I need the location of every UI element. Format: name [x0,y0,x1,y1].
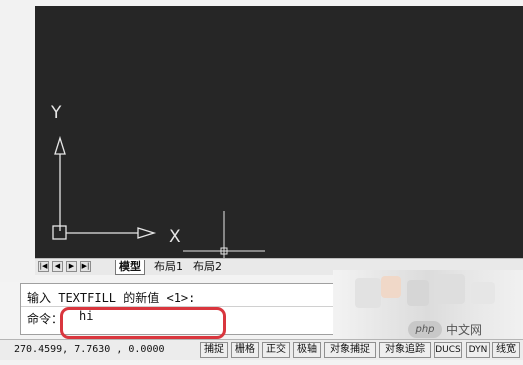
drawing-canvas[interactable]: Y X [35,6,523,258]
tab-model[interactable]: 模型 [115,260,145,275]
next-tab-icon[interactable]: ▶ [66,261,77,272]
first-tab-icon[interactable]: |◀ [38,261,49,272]
blur-block [471,282,495,304]
x-axis-label: X [169,227,181,247]
command-prompt: 命令： [27,312,64,326]
snap-button[interactable]: 捕捉 [200,342,228,358]
coordinate-readout: 270.4599, 7.7630 , 0.0000 [14,344,165,355]
prev-tab-icon[interactable]: ◀ [52,261,63,272]
tab-layout2[interactable]: 布局2 [190,260,225,274]
osnap-button[interactable]: 对象捕捉 [324,342,376,358]
canvas-svg: Y X [50,103,265,258]
lineweight-button[interactable]: 线宽 [492,342,520,358]
blur-block [355,278,381,308]
polar-button[interactable]: 极轴 [293,342,321,358]
tab-layout1[interactable]: 布局1 [151,260,186,274]
input-highlight-annotation [60,307,226,339]
ortho-button[interactable]: 正交 [262,342,290,358]
blur-block [407,280,429,306]
watermark-text: 中文网 [446,323,483,337]
left-gutter [0,0,35,282]
status-bar: 270.4599, 7.7630 , 0.0000 捕捉 栅格 正交 极轴 对象… [0,339,523,360]
command-history-line: 输入 TEXTFILL 的新值 <1>: [27,291,196,305]
cad-window: Y X |◀ ◀ ▶ ▶| 模型 布局1 布局2 输入 TEXTFILL 的新值… [0,0,523,365]
y-axis-label: Y [50,103,62,123]
otrack-button[interactable]: 对象追踪 [379,342,431,358]
last-tab-icon[interactable]: ▶| [80,261,91,272]
blur-block [381,276,401,298]
php-logo-icon: php [408,321,442,338]
ucs-y-arrow [54,135,66,155]
dyn-button[interactable]: DYN [466,342,490,358]
ucs-x-arrow [137,227,157,239]
ducs-button[interactable]: DUCS [434,342,462,358]
grid-button[interactable]: 栅格 [231,342,259,358]
blur-block [437,274,465,304]
